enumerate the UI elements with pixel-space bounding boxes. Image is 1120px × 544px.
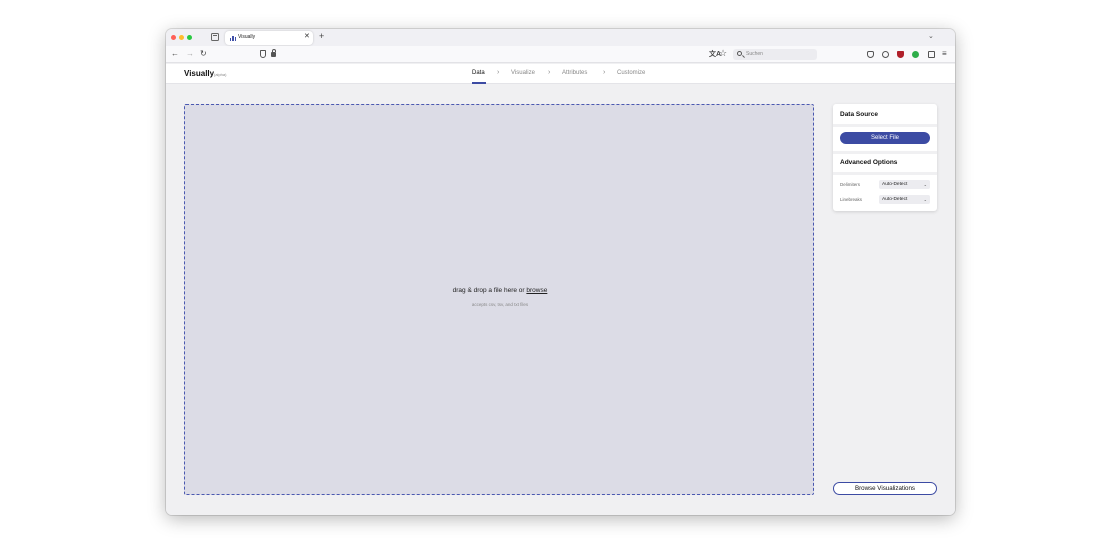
browser-tab[interactable]: Visually ✕ — [225, 31, 313, 45]
file-drop-zone[interactable]: drag & drop a file here or browse accept… — [184, 104, 814, 495]
drop-instructions: drag & drop a file here or browse — [185, 287, 815, 294]
tab-overview-icon[interactable] — [211, 33, 219, 41]
tab-list-chevron-icon[interactable]: ⌄ — [928, 32, 934, 40]
browser-window: Visually ✕ + ⌄ ← → ↻ 文A ☆ Suchen ≡ Visua… — [166, 29, 955, 515]
back-button[interactable]: ← — [171, 49, 179, 59]
step-navigation: Data › Visualize › Attributes › Customiz… — [166, 64, 955, 84]
delimiters-label: Delimiters — [840, 182, 861, 187]
close-window-button[interactable] — [171, 35, 176, 40]
accepted-file-types: accepts csv, tsv, and txt files — [471, 302, 529, 307]
delimiters-select[interactable]: Auto-Detect ⌄ — [879, 180, 930, 189]
search-placeholder: Suchen — [746, 51, 763, 57]
divider — [833, 151, 937, 154]
url-bar[interactable] — [257, 49, 729, 60]
minimize-window-button[interactable] — [179, 35, 184, 40]
extensions-puzzle-icon[interactable] — [928, 51, 935, 58]
window-controls — [171, 35, 192, 40]
maximize-window-button[interactable] — [187, 35, 192, 40]
browse-visualizations-button[interactable]: Browse Visualizations — [833, 482, 937, 495]
chevron-right-icon: › — [497, 69, 500, 76]
delimiters-value: Auto-Detect — [882, 182, 908, 187]
step-attributes[interactable]: Attributes — [562, 70, 587, 76]
bar-chart-favicon-icon — [230, 35, 236, 41]
account-icon[interactable] — [882, 51, 889, 58]
linebreaks-value: Auto-Detect — [882, 197, 908, 202]
chevron-down-icon: ⌄ — [923, 182, 927, 187]
drop-text: drag & drop a file here or — [452, 287, 527, 294]
hamburger-menu-icon[interactable]: ≡ — [942, 49, 947, 59]
data-source-title: Data Source — [840, 111, 878, 118]
lock-icon[interactable] — [271, 49, 276, 57]
tab-title: Visually — [238, 34, 256, 40]
active-step-underline — [472, 82, 486, 84]
bookmark-star-icon[interactable]: ☆ — [719, 48, 727, 58]
forward-button[interactable]: → — [186, 49, 194, 59]
tracking-shield-icon[interactable] — [260, 50, 266, 58]
chevron-down-icon: ⌄ — [923, 197, 927, 202]
chevron-right-icon: › — [603, 69, 606, 76]
chevron-right-icon: › — [548, 69, 551, 76]
step-visualize[interactable]: Visualize — [511, 70, 535, 76]
linebreaks-label: Linebreaks — [840, 197, 863, 202]
app-content: Visually (alpha) Data › Visualize › Attr… — [166, 64, 955, 515]
browse-link[interactable]: browse — [526, 287, 547, 294]
pocket-icon[interactable] — [867, 51, 874, 58]
navigation-toolbar: ← → ↻ 文A ☆ Suchen ≡ — [166, 46, 955, 63]
linebreaks-select[interactable]: Auto-Detect ⌄ — [879, 195, 930, 204]
close-tab-icon[interactable]: ✕ — [304, 33, 310, 41]
step-data[interactable]: Data — [472, 70, 485, 76]
advanced-options-title: Advanced Options — [840, 159, 898, 166]
green-extension-icon[interactable] — [912, 51, 919, 58]
divider — [833, 124, 937, 127]
data-source-panel: Data Source Select File Advanced Options… — [833, 104, 937, 211]
select-file-button[interactable]: Select File — [840, 132, 930, 144]
search-input[interactable]: Suchen — [733, 49, 817, 60]
ublock-extension-icon[interactable] — [897, 51, 904, 58]
step-customize[interactable]: Customize — [617, 70, 645, 76]
reload-button[interactable]: ↻ — [200, 49, 207, 59]
new-tab-button[interactable]: + — [319, 31, 324, 41]
divider — [833, 172, 937, 175]
tab-strip: Visually ✕ + ⌄ — [166, 29, 955, 46]
search-icon — [737, 51, 742, 56]
app-header: Visually (alpha) Data › Visualize › Attr… — [166, 64, 955, 84]
